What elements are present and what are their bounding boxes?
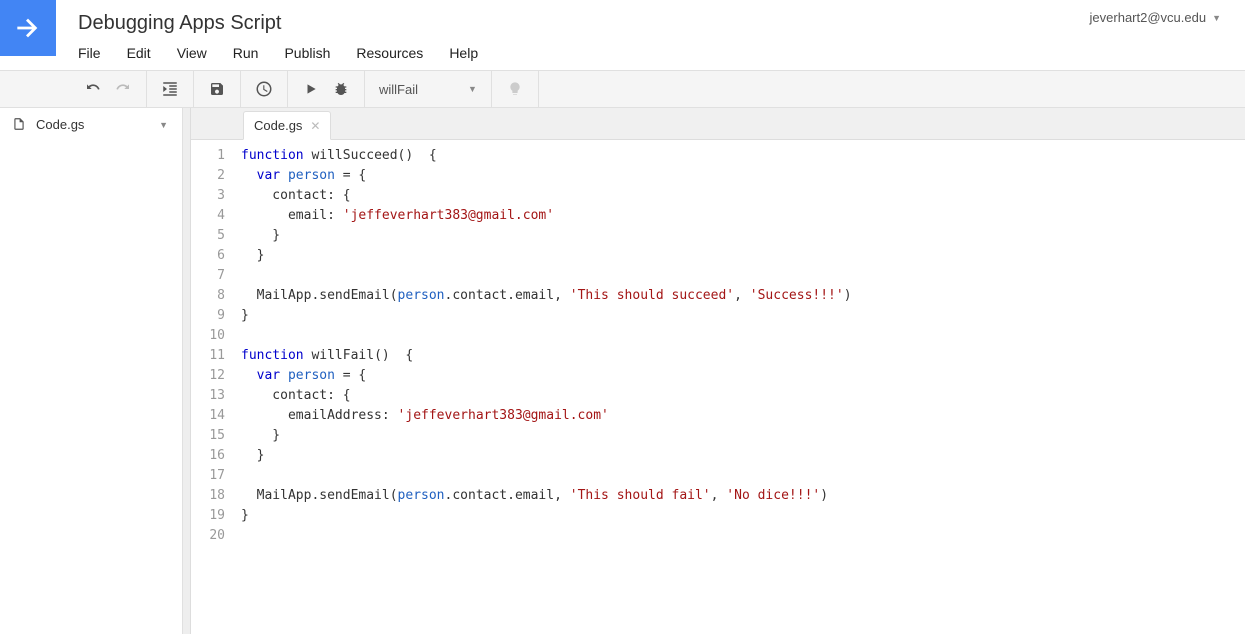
triggers-button[interactable] — [249, 74, 279, 104]
editor-area: Code.gs ✕ 123456789101112131415161718192… — [191, 108, 1245, 634]
menu-resources[interactable]: Resources — [356, 41, 435, 67]
chevron-down-icon: ▼ — [468, 84, 477, 94]
menu-file[interactable]: File — [78, 41, 113, 67]
sidebar-resize-handle[interactable] — [183, 108, 191, 634]
hint-button[interactable] — [500, 74, 530, 104]
arrow-right-icon — [12, 12, 44, 44]
editor-tab[interactable]: Code.gs ✕ — [243, 111, 331, 140]
document-title[interactable]: Debugging Apps Script — [78, 0, 1245, 41]
menu-view[interactable]: View — [177, 41, 219, 67]
tab-label: Code.gs — [254, 118, 302, 133]
selected-function-label: willFail — [379, 82, 418, 97]
menu-edit[interactable]: Edit — [127, 41, 163, 67]
save-button[interactable] — [202, 74, 232, 104]
main-area: Code.gs ▼ Code.gs ✕ 12345678910111213141… — [0, 108, 1245, 634]
code-content[interactable]: function willSucceed() { var person = { … — [235, 146, 1245, 634]
lightbulb-icon — [507, 81, 523, 97]
redo-icon — [115, 81, 131, 97]
play-icon — [304, 82, 318, 96]
chevron-down-icon: ▼ — [1212, 13, 1221, 23]
clock-icon — [255, 80, 273, 98]
menu-publish[interactable]: Publish — [284, 41, 342, 67]
chevron-down-icon[interactable]: ▼ — [159, 120, 168, 130]
undo-icon — [85, 81, 101, 97]
redo-button[interactable] — [108, 74, 138, 104]
file-icon — [12, 116, 26, 132]
run-button[interactable] — [296, 74, 326, 104]
code-editor[interactable]: 1234567891011121314151617181920 function… — [191, 140, 1245, 634]
user-email: jeverhart2@vcu.edu — [1090, 10, 1207, 25]
close-icon[interactable]: ✕ — [310, 119, 320, 133]
function-selector[interactable]: willFail ▼ — [365, 71, 492, 107]
toolbar: willFail ▼ — [0, 70, 1245, 108]
header: Debugging Apps Script File Edit View Run… — [0, 0, 1245, 70]
menubar: File Edit View Run Publish Resources Hel… — [78, 41, 1245, 67]
menu-run[interactable]: Run — [233, 41, 271, 67]
indent-button[interactable] — [155, 74, 185, 104]
sidebar-file-item[interactable]: Code.gs — [0, 108, 182, 140]
sidebar-file-label: Code.gs — [36, 117, 84, 132]
save-icon — [209, 81, 225, 97]
user-account-menu[interactable]: jeverhart2@vcu.edu ▼ — [1090, 10, 1221, 25]
line-gutter: 1234567891011121314151617181920 — [191, 146, 235, 634]
apps-script-logo[interactable] — [0, 0, 56, 56]
tab-strip: Code.gs ✕ — [191, 108, 1245, 140]
indent-icon — [161, 80, 179, 98]
bug-icon — [333, 81, 349, 97]
menu-help[interactable]: Help — [449, 41, 490, 67]
debug-button[interactable] — [326, 74, 356, 104]
file-sidebar: Code.gs ▼ — [0, 108, 183, 634]
undo-button[interactable] — [78, 74, 108, 104]
